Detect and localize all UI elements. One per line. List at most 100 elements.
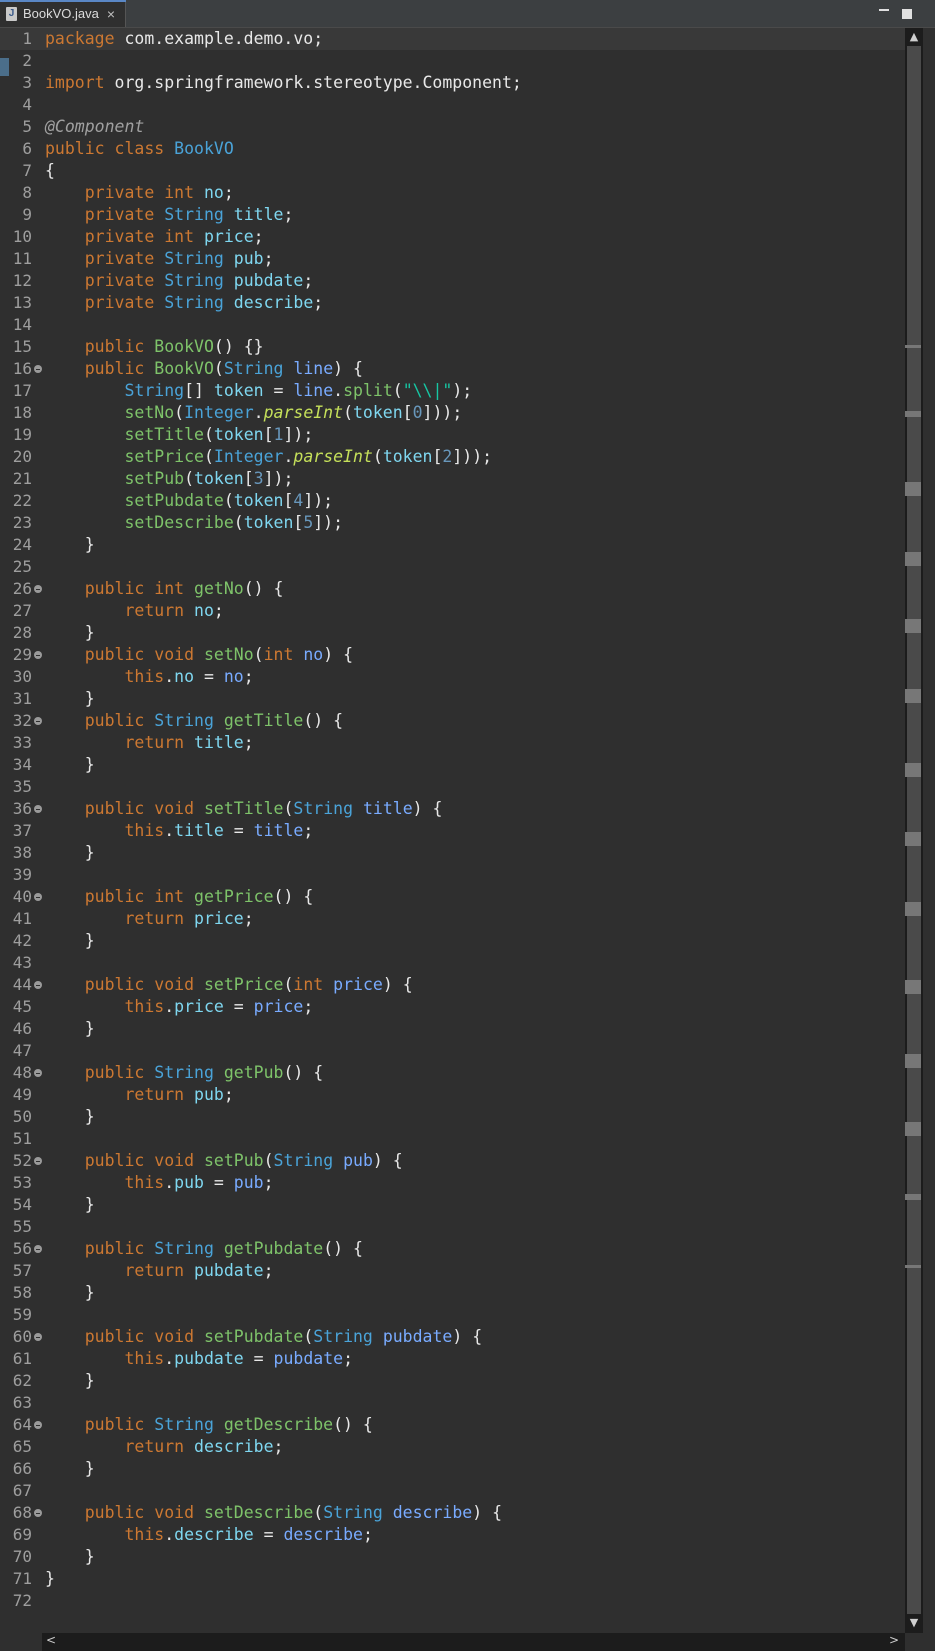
code-line[interactable]: 22 setPubdate(token[4]); — [0, 490, 905, 512]
overview-ruler-mark[interactable] — [905, 345, 921, 348]
fold-collapse-icon[interactable] — [34, 893, 42, 901]
fold-collapse-icon[interactable] — [34, 1509, 42, 1517]
fold-collapse-icon[interactable] — [34, 1069, 42, 1077]
code-line[interactable]: 72 — [0, 1590, 905, 1612]
code-line[interactable]: 51 — [0, 1128, 905, 1150]
scroll-down-arrow[interactable]: ▼ — [905, 1616, 923, 1629]
overview-ruler-mark[interactable] — [905, 1054, 921, 1068]
code-line[interactable]: 71} — [0, 1568, 905, 1590]
code-line[interactable]: 46 } — [0, 1018, 905, 1040]
close-icon[interactable]: × — [107, 6, 115, 22]
overview-ruler-mark[interactable] — [905, 902, 921, 916]
code-line[interactable]: 14 — [0, 314, 905, 336]
code-line[interactable]: 52 public void setPub(String pub) { — [0, 1150, 905, 1172]
code-line[interactable]: 11 private String pub; — [0, 248, 905, 270]
fold-collapse-icon[interactable] — [34, 1157, 42, 1165]
code-line[interactable]: 16 public BookVO(String line) { — [0, 358, 905, 380]
maximize-icon[interactable] — [900, 6, 914, 20]
code-line[interactable]: 55 — [0, 1216, 905, 1238]
code-line[interactable]: 3 import org.springframework.stereotype.C… — [0, 72, 905, 94]
code-line[interactable]: 17 String[] token = line.split("\\|"); — [0, 380, 905, 402]
code-line[interactable]: 1 package com.example.demo.vo; — [0, 28, 905, 50]
overview-ruler-mark[interactable] — [905, 980, 921, 994]
code-line[interactable]: 48 public String getPub() { — [0, 1062, 905, 1084]
code-line[interactable]: 25 — [0, 556, 905, 578]
overview-ruler-mark[interactable] — [905, 1194, 921, 1200]
code-line[interactable]: 49 return pub; — [0, 1084, 905, 1106]
code-line[interactable]: 32 public String getTitle() { — [0, 710, 905, 732]
fold-collapse-icon[interactable] — [34, 651, 42, 659]
tab-bookvo-java[interactable]: J BookVO.java × — [0, 0, 126, 27]
code-line[interactable]: 47 — [0, 1040, 905, 1062]
code-line[interactable]: 64 public String getDescribe() { — [0, 1414, 905, 1436]
code-line[interactable]: 30 this.no = no; — [0, 666, 905, 688]
code-line[interactable]: 44 public void setPrice(int price) { — [0, 974, 905, 996]
horizontal-scrollbar[interactable]: < > — [42, 1633, 905, 1651]
fold-collapse-icon[interactable] — [34, 1245, 42, 1253]
overview-ruler-mark[interactable] — [905, 1265, 921, 1268]
overview-ruler-mark[interactable] — [905, 552, 921, 566]
overview-ruler-mark[interactable] — [905, 832, 921, 846]
code-line[interactable]: 53 this.pub = pub; — [0, 1172, 905, 1194]
code-line[interactable]: 60 public void setPubdate(String pubdate… — [0, 1326, 905, 1348]
code-line[interactable]: 65 return describe; — [0, 1436, 905, 1458]
fold-collapse-icon[interactable] — [34, 981, 42, 989]
code-line[interactable]: 27 return no; — [0, 600, 905, 622]
code-line[interactable]: 34 } — [0, 754, 905, 776]
fold-collapse-icon[interactable] — [34, 1421, 42, 1429]
code-line[interactable]: 62 } — [0, 1370, 905, 1392]
code-line[interactable]: 40 public int getPrice() { — [0, 886, 905, 908]
vertical-scrollbar[interactable]: ▲ ▼ — [905, 28, 923, 1633]
code-line[interactable]: 58 } — [0, 1282, 905, 1304]
code-line[interactable]: 9 private String title; — [0, 204, 905, 226]
code-line[interactable]: 21 setPub(token[3]); — [0, 468, 905, 490]
code-line[interactable]: 13 private String describe; — [0, 292, 905, 314]
code-line[interactable]: 33 return title; — [0, 732, 905, 754]
code-line[interactable]: 41 return price; — [0, 908, 905, 930]
code-line[interactable]: 38 } — [0, 842, 905, 864]
fold-collapse-icon[interactable] — [34, 1333, 42, 1341]
code-line[interactable]: 66 } — [0, 1458, 905, 1480]
code-line[interactable]: 56 public String getPubdate() { — [0, 1238, 905, 1260]
code-line[interactable]: 35 — [0, 776, 905, 798]
overview-ruler-mark[interactable] — [905, 689, 921, 703]
code-line[interactable]: 26 public int getNo() { — [0, 578, 905, 600]
code-line[interactable]: 31 } — [0, 688, 905, 710]
code-editor[interactable]: 1 package com.example.demo.vo; 2 3 import or… — [0, 28, 905, 1633]
code-line[interactable]: 43 — [0, 952, 905, 974]
fold-collapse-icon[interactable] — [34, 805, 42, 813]
fold-collapse-icon[interactable] — [34, 365, 42, 373]
code-line[interactable]: 12 private String pubdate; — [0, 270, 905, 292]
code-line[interactable]: 63 — [0, 1392, 905, 1414]
scroll-up-arrow[interactable]: ▲ — [905, 30, 923, 43]
code-line[interactable]: 6 public class BookVO — [0, 138, 905, 160]
code-line[interactable]: 36 public void setTitle(String title) { — [0, 798, 905, 820]
code-line[interactable]: 5 @Component — [0, 116, 905, 138]
code-line[interactable]: 45 this.price = price; — [0, 996, 905, 1018]
code-line[interactable]: 70 } — [0, 1546, 905, 1568]
code-line[interactable]: 67 — [0, 1480, 905, 1502]
code-line[interactable]: 8 private int no; — [0, 182, 905, 204]
code-line[interactable]: 23 setDescribe(token[5]); — [0, 512, 905, 534]
code-line[interactable]: 57 return pubdate; — [0, 1260, 905, 1282]
code-line[interactable]: 39 — [0, 864, 905, 886]
code-line[interactable]: 19 setTitle(token[1]); — [0, 424, 905, 446]
code-line[interactable]: 15 public BookVO() {} — [0, 336, 905, 358]
overview-ruler-mark[interactable] — [905, 411, 921, 417]
code-line[interactable]: 4 — [0, 94, 905, 116]
scroll-left-arrow[interactable]: < — [46, 1633, 56, 1647]
code-line[interactable]: 54 } — [0, 1194, 905, 1216]
code-line[interactable]: 7{ — [0, 160, 905, 182]
code-line[interactable]: 68 public void setDescribe(String descri… — [0, 1502, 905, 1524]
code-line[interactable]: 24 } — [0, 534, 905, 556]
overview-ruler-mark[interactable] — [905, 482, 921, 496]
code-line[interactable]: 28 } — [0, 622, 905, 644]
code-line[interactable]: 18 setNo(Integer.parseInt(token[0])); — [0, 402, 905, 424]
minimize-icon[interactable] — [877, 6, 891, 20]
fold-collapse-icon[interactable] — [34, 585, 42, 593]
overview-ruler-mark[interactable] — [905, 1122, 921, 1136]
code-line[interactable]: 2 — [0, 50, 905, 72]
code-line[interactable]: 29 public void setNo(int no) { — [0, 644, 905, 666]
code-line[interactable]: 61 this.pubdate = pubdate; — [0, 1348, 905, 1370]
code-line[interactable]: 69 this.describe = describe; — [0, 1524, 905, 1546]
